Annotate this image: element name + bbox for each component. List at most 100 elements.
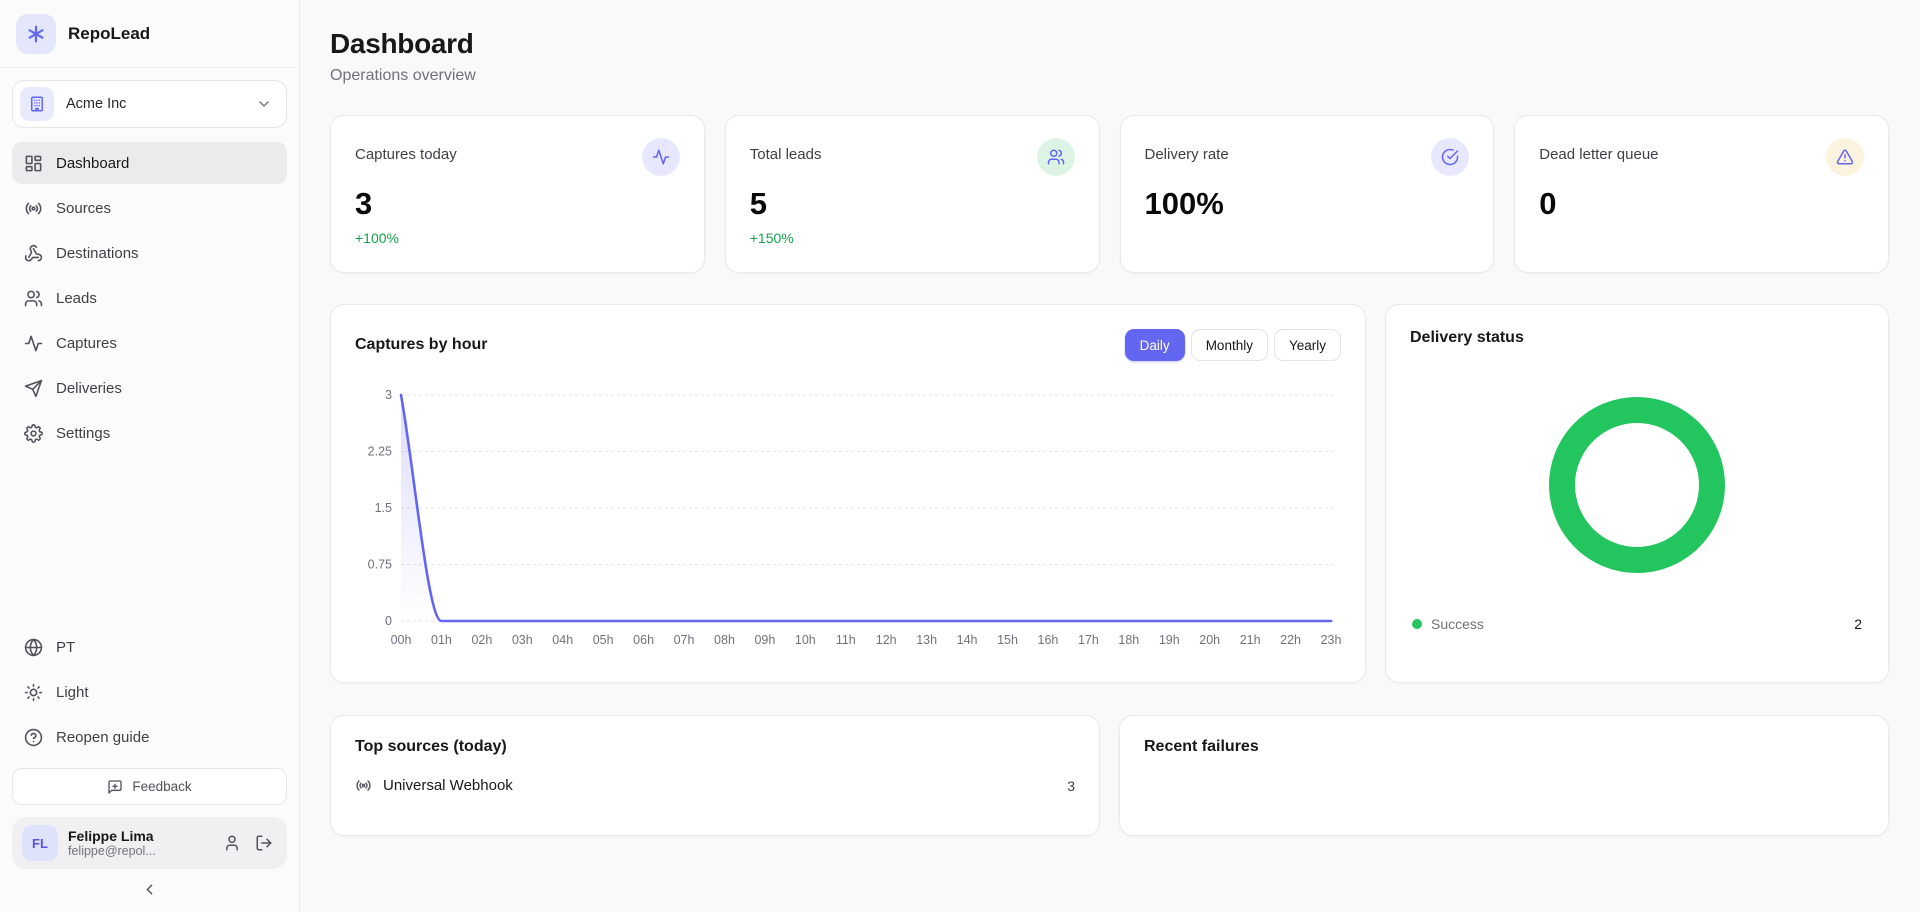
legend-row: Success 2 xyxy=(1410,616,1864,658)
sidebar-item-label: Sources xyxy=(56,199,112,217)
stat-label: Total leads xyxy=(749,146,822,163)
sidebar-item-label: Settings xyxy=(56,424,111,442)
svg-text:01h: 01h xyxy=(431,633,452,647)
svg-text:06h: 06h xyxy=(633,633,654,647)
range-toggle-group: Daily Monthly Yearly xyxy=(1124,329,1341,361)
sidebar: RepoLead Acme Inc Dashboard Sources Dest… xyxy=(0,0,300,912)
stat-card-dead-letter-queue: Dead letter queue 0 xyxy=(1514,115,1889,273)
svg-text:08h: 08h xyxy=(714,633,735,647)
radio-icon xyxy=(355,777,372,794)
legend-dot xyxy=(1412,619,1422,629)
profile-button[interactable] xyxy=(223,834,241,852)
svg-text:09h: 09h xyxy=(754,633,775,647)
stat-card-delivery-rate: Delivery rate 100% xyxy=(1119,115,1495,273)
users-icon xyxy=(1036,138,1075,176)
org-selector[interactable]: Acme Inc xyxy=(12,80,287,128)
svg-text:10h: 10h xyxy=(795,633,816,647)
sidebar-item-label: Leads xyxy=(56,289,97,307)
svg-text:19h: 19h xyxy=(1159,633,1180,647)
reopen-guide-label: Reopen guide xyxy=(56,728,150,746)
stat-delta: +100% xyxy=(355,230,399,246)
sidebar-item-leads[interactable]: Leads xyxy=(12,277,287,319)
collapse-sidebar-button[interactable] xyxy=(141,881,158,898)
recent-failures-title: Recent failures xyxy=(1144,738,1259,755)
svg-text:13h: 13h xyxy=(916,633,937,647)
charts-row: Captures by hour Daily Monthly Yearly 00… xyxy=(330,304,1889,683)
sidebar-item-label: Deliveries xyxy=(56,379,122,397)
svg-text:11h: 11h xyxy=(836,633,856,647)
sidebar-item-dashboard[interactable]: Dashboard xyxy=(12,142,287,184)
logout-button[interactable] xyxy=(255,834,273,852)
user-meta: Felippe Lima felippe@repol... xyxy=(68,828,213,858)
activity-icon xyxy=(641,138,680,176)
org-name: Acme Inc xyxy=(66,96,127,112)
toggle-daily[interactable]: Daily xyxy=(1124,329,1185,361)
sidebar-item-settings[interactable]: Settings xyxy=(12,412,287,454)
feedback-button[interactable]: Feedback xyxy=(12,768,287,805)
list-item[interactable]: Universal Webhook 3 xyxy=(355,777,1075,794)
svg-text:04h: 04h xyxy=(552,633,573,647)
app-logo-icon xyxy=(16,13,56,54)
language-switcher[interactable]: PT xyxy=(12,626,287,668)
donut-chart xyxy=(1410,347,1864,616)
svg-text:2.25: 2.25 xyxy=(368,445,392,459)
help-circle-icon xyxy=(24,728,43,747)
bottom-row: Top sources (today) Universal Webhook 3 … xyxy=(330,715,1889,836)
source-name: Universal Webhook xyxy=(383,777,513,794)
message-square-plus-icon xyxy=(107,779,123,795)
top-sources-title: Top sources (today) xyxy=(355,738,507,755)
toggle-yearly[interactable]: Yearly xyxy=(1273,329,1341,361)
chevron-down-icon xyxy=(256,96,272,112)
stat-card-captures-today: Captures today 3 +100% xyxy=(330,115,705,273)
circle-check-icon xyxy=(1431,138,1470,176)
stat-value: 0 xyxy=(1539,186,1557,221)
svg-text:17h: 17h xyxy=(1078,633,1099,647)
sidebar-item-captures[interactable]: Captures xyxy=(12,322,287,364)
legend-label: Success xyxy=(1431,616,1484,632)
stat-delta xyxy=(1145,230,1470,246)
theme-label: Light xyxy=(56,683,89,701)
svg-text:00h: 00h xyxy=(391,633,412,647)
radio-icon xyxy=(24,199,43,218)
stat-delta: +150% xyxy=(749,230,794,246)
svg-text:21h: 21h xyxy=(1240,633,1261,647)
sidebar-item-deliveries[interactable]: Deliveries xyxy=(12,367,287,409)
legend-value: 2 xyxy=(1854,616,1862,632)
stats-row: Captures today 3 +100% Total leads 5 +15… xyxy=(330,115,1889,273)
page-subtitle: Operations overview xyxy=(330,67,476,84)
globe-icon xyxy=(24,638,43,657)
sidebar-nav: Dashboard Sources Destinations Leads Cap… xyxy=(0,128,299,457)
user-name: Felippe Lima xyxy=(68,828,154,844)
collapse-row xyxy=(12,869,287,912)
svg-text:02h: 02h xyxy=(471,633,492,647)
stat-label: Dead letter queue xyxy=(1539,146,1659,163)
avatar: FL xyxy=(22,825,58,861)
svg-text:23h: 23h xyxy=(1321,633,1341,647)
sidebar-item-sources[interactable]: Sources xyxy=(12,187,287,229)
stat-label: Captures today xyxy=(355,146,457,163)
layout-dashboard-icon xyxy=(24,154,43,173)
theme-toggle[interactable]: Light xyxy=(12,671,287,713)
svg-text:03h: 03h xyxy=(512,633,533,647)
stat-card-total-leads: Total leads 5 +150% xyxy=(724,115,1100,273)
top-sources-card: Top sources (today) Universal Webhook 3 xyxy=(330,715,1100,836)
svg-text:18h: 18h xyxy=(1118,633,1139,647)
sidebar-item-destinations[interactable]: Destinations xyxy=(12,232,287,274)
user-actions xyxy=(223,834,277,852)
svg-text:1.5: 1.5 xyxy=(375,501,392,515)
captures-by-hour-card: Captures by hour Daily Monthly Yearly 00… xyxy=(330,304,1366,683)
feedback-label: Feedback xyxy=(132,779,192,794)
svg-text:05h: 05h xyxy=(593,633,614,647)
recent-failures-card: Recent failures xyxy=(1119,715,1889,836)
svg-text:3: 3 xyxy=(385,388,392,402)
logo-row: RepoLead xyxy=(0,0,299,68)
reopen-guide[interactable]: Reopen guide xyxy=(12,716,287,758)
toggle-monthly[interactable]: Monthly xyxy=(1190,329,1268,361)
user-card[interactable]: FL Felippe Lima felippe@repol... xyxy=(12,817,287,869)
line-chart: 0 0.75 1.5 2.25 3 00h 01h 02h 03h 04h 05h 06h 07h 08h… xyxy=(355,383,1341,653)
stat-value: 5 xyxy=(749,186,767,221)
svg-text:20h: 20h xyxy=(1199,633,1220,647)
send-icon xyxy=(24,379,43,398)
source-count: 3 xyxy=(1067,777,1075,794)
main-content: Dashboard Operations overview Captures t… xyxy=(300,0,1920,912)
